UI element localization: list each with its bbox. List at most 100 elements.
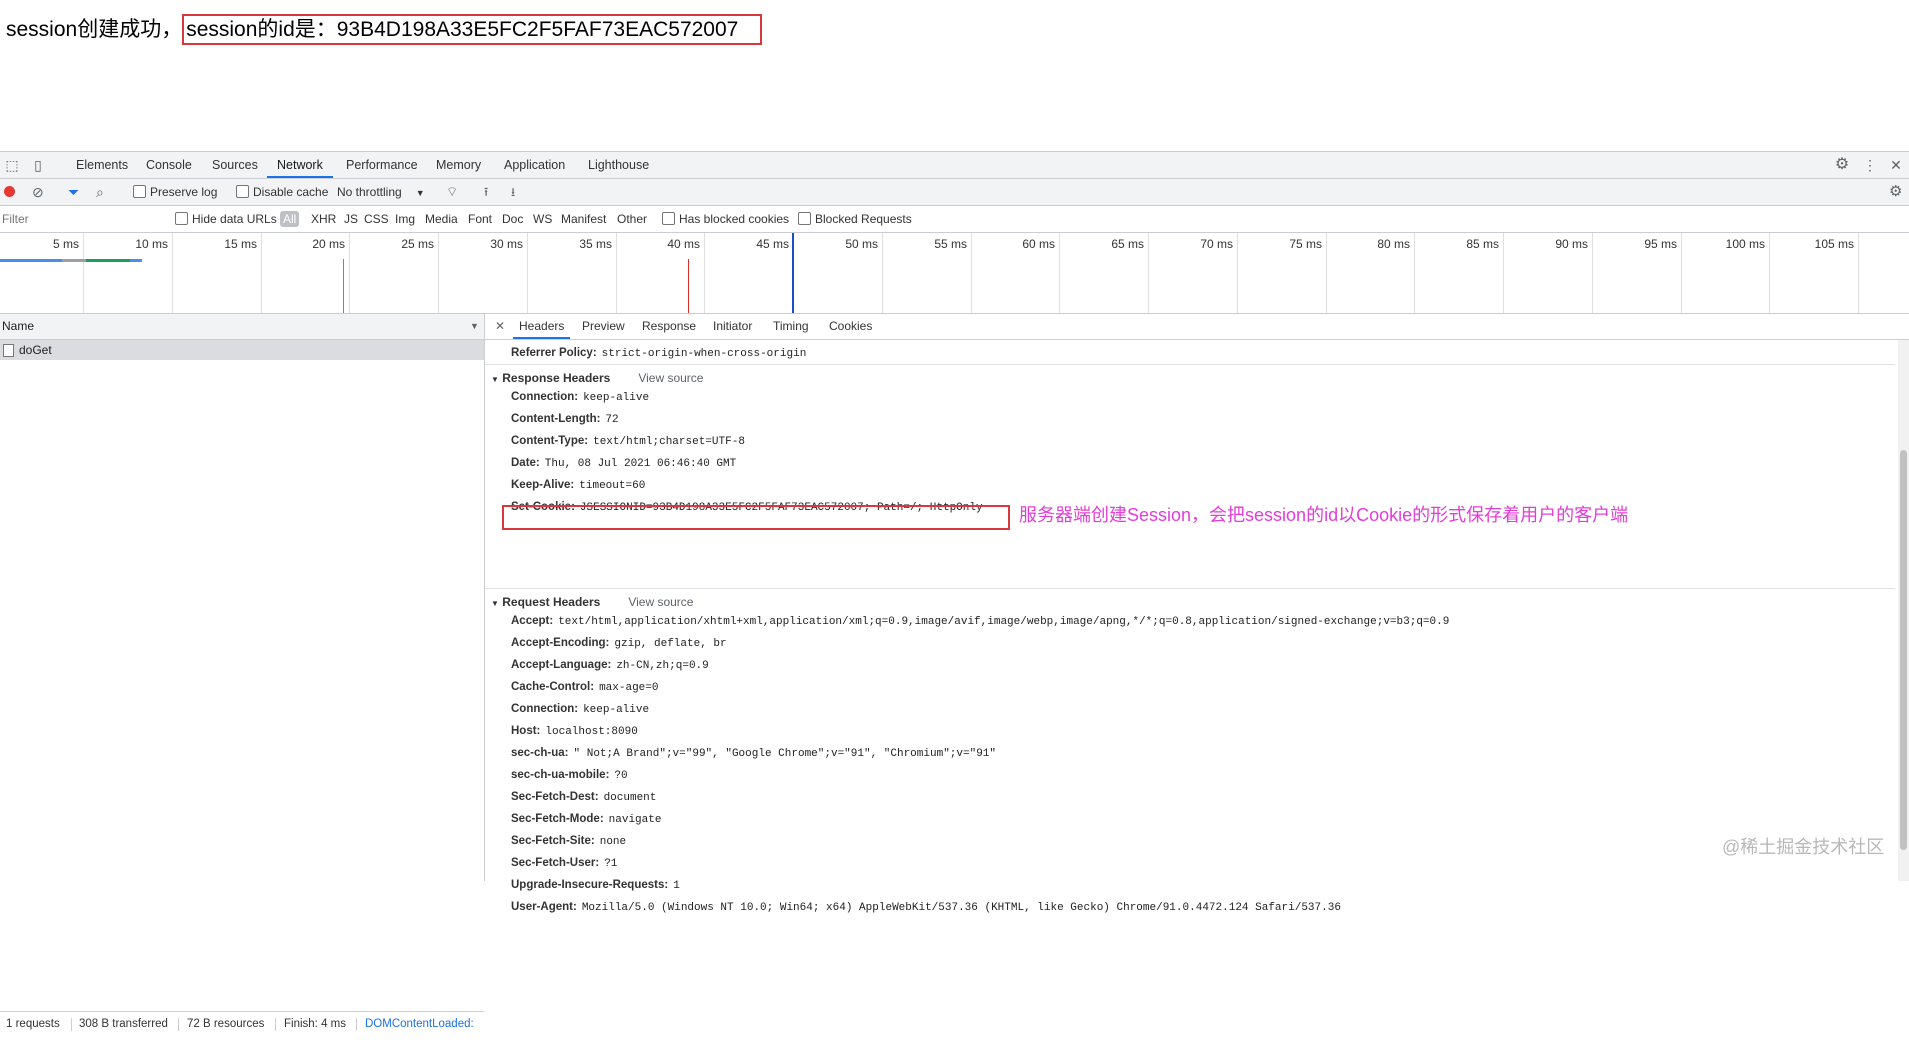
throttling-select[interactable]: No throttling ▼ [337, 179, 425, 205]
tab-timing[interactable]: Timing [773, 314, 809, 339]
record-icon[interactable] [4, 179, 15, 205]
close-devtools-icon[interactable]: ✕ [1888, 157, 1904, 173]
filter-icon[interactable]: ⏷ [68, 179, 79, 205]
timeline-tick-label: 60 ms [1022, 237, 1055, 251]
throttling-value: No throttling [337, 185, 402, 199]
tab-memory[interactable]: Memory [436, 152, 481, 178]
more-options-icon[interactable]: ⋮ [1862, 157, 1878, 173]
tab-performance[interactable]: Performance [346, 152, 418, 178]
timeline-gridline [1414, 233, 1415, 313]
request-headers-section[interactable]: ▼ Request Headers View source [491, 595, 693, 609]
disable-cache-checkbox[interactable]: Disable cache [236, 179, 328, 205]
triangle-down-icon: ▼ [491, 375, 499, 384]
tab-response[interactable]: Response [642, 314, 696, 339]
header-row: User-Agent: Mozilla/5.0 (Windows NT 10.0;… [511, 901, 1341, 914]
header-row: Keep-Alive: timeout=60 [511, 479, 645, 492]
filter-type-js[interactable]: JS [344, 206, 358, 232]
header-key: Content-Length: [511, 413, 601, 425]
chevron-down-icon: ▼ [415, 188, 425, 198]
tab-cookies[interactable]: Cookies [829, 314, 872, 339]
header-row: Accept-Encoding: gzip, deflate, br [511, 637, 727, 650]
clear-icon[interactable]: ⊘ [32, 179, 44, 205]
header-key: Sec-Fetch-User: [511, 857, 600, 869]
blocked-requests-checkbox[interactable]: Blocked Requests [798, 206, 912, 232]
network-timeline-overview[interactable]: 5 ms 10 ms 15 ms 20 ms 25 ms 30 ms 35 ms 40 ms 4… [0, 233, 1909, 314]
filter-type-manifest[interactable]: Manifest [561, 206, 606, 232]
filter-type-css[interactable]: CSS [364, 206, 389, 232]
filter-type-font[interactable]: Font [468, 206, 492, 232]
header-key: sec-ch-ua: [511, 747, 569, 759]
tab-elements[interactable]: Elements [76, 152, 128, 178]
filter-type-media[interactable]: Media [425, 206, 458, 232]
network-conditions-icon[interactable]: ⌔ [446, 179, 458, 205]
import-har-icon[interactable]: ⭱ [484, 179, 488, 205]
timeline-gridline [616, 233, 617, 313]
tab-console[interactable]: Console [146, 152, 192, 178]
filter-type-img[interactable]: Img [395, 206, 415, 232]
timeline-tick-label: 105 ms [1814, 237, 1854, 251]
checkbox-icon [133, 185, 146, 198]
devtools-tabbar: ⬚ ▯ Elements Console Sources Network Per… [0, 152, 1909, 179]
scroll-thumb[interactable] [1900, 450, 1907, 850]
inspect-element-icon[interactable]: ⬚ [4, 157, 20, 173]
blocked-requests-label: Blocked Requests [815, 212, 912, 226]
session-id-highlight: session的id是：93B4D198A33E5FC2F5FAF73EAC57… [182, 14, 763, 45]
header-value: none [599, 836, 627, 848]
filter-type-doc[interactable]: Doc [502, 206, 523, 232]
timeline-tick-label: 75 ms [1289, 237, 1322, 251]
settings-gear-icon[interactable]: ⚙ [1834, 157, 1850, 173]
checkbox-icon [662, 212, 675, 225]
hide-data-urls-checkbox[interactable]: Hide data URLs [175, 206, 277, 232]
set-cookie-highlight-box [502, 505, 1010, 530]
timeline-tick-label: 65 ms [1111, 237, 1144, 251]
filter-type-all[interactable]: All [280, 206, 300, 232]
header-row: Content-Length: 72 [511, 413, 619, 426]
view-source-link[interactable]: View source [628, 595, 693, 609]
header-value: gzip, deflate, br [614, 638, 727, 650]
header-value: navigate [608, 814, 662, 826]
timeline-tick-label: 80 ms [1377, 237, 1410, 251]
timeline-tick-label: 35 ms [579, 237, 612, 251]
preserve-log-checkbox[interactable]: Preserve log [133, 179, 217, 205]
watermark: @稀土掘金技术社区 [1722, 837, 1885, 857]
timeline-gridline [882, 233, 883, 313]
response-headers-title: Response Headers [502, 371, 611, 385]
tab-lighthouse[interactable]: Lighthouse [588, 152, 649, 178]
close-detail-icon[interactable]: ✕ [495, 314, 505, 339]
tab-initiator[interactable]: Initiator [713, 314, 752, 339]
view-source-link[interactable]: View source [638, 371, 703, 385]
header-key: Referrer Policy: [511, 347, 597, 359]
detail-scrollbar[interactable] [1898, 340, 1909, 881]
timeline-gridline [1681, 233, 1682, 313]
filter-type-ws[interactable]: WS [533, 206, 552, 232]
search-icon[interactable]: ⌕ [96, 179, 104, 205]
tab-sources[interactable]: Sources [212, 152, 258, 178]
timeline-gridline [527, 233, 528, 313]
session-created-text: session创建成功， [6, 18, 183, 41]
header-key: Content-Type: [511, 435, 589, 447]
export-har-icon[interactable]: ⭳ [511, 179, 515, 205]
device-toolbar-icon[interactable]: ▯ [30, 157, 46, 173]
header-key: Host: [511, 725, 541, 737]
timeline-gridline [1858, 233, 1859, 313]
tab-application[interactable]: Application [504, 152, 565, 178]
filter-type-other[interactable]: Other [617, 206, 647, 232]
filter-type-xhr[interactable]: XHR [311, 206, 336, 232]
tab-network[interactable]: Network [267, 152, 333, 178]
response-headers-section[interactable]: ▼ Response Headers View source [491, 371, 703, 385]
load-event-marker [688, 259, 689, 313]
filter-input[interactable] [0, 209, 164, 228]
timeline-gridline [1148, 233, 1149, 313]
network-settings-gear-icon[interactable]: ⚙ [1889, 179, 1902, 205]
column-name-header[interactable]: Name [2, 314, 34, 339]
tab-preview[interactable]: Preview [582, 314, 625, 339]
has-blocked-cookies-checkbox[interactable]: Has blocked cookies [662, 206, 789, 232]
network-status-bar: 1 requests 308 B transferred 72 B resour… [0, 1011, 484, 1044]
finish-time: Finish: 4 ms [284, 1018, 346, 1030]
sort-chevron-down-icon[interactable]: ▼ [470, 314, 479, 339]
tab-headers[interactable]: Headers [513, 314, 571, 339]
timeline-bar-queue [0, 259, 62, 262]
header-key: Sec-Fetch-Site: [511, 835, 595, 847]
table-row[interactable]: doGet [0, 340, 484, 360]
hide-data-urls-label: Hide data URLs [192, 212, 277, 226]
